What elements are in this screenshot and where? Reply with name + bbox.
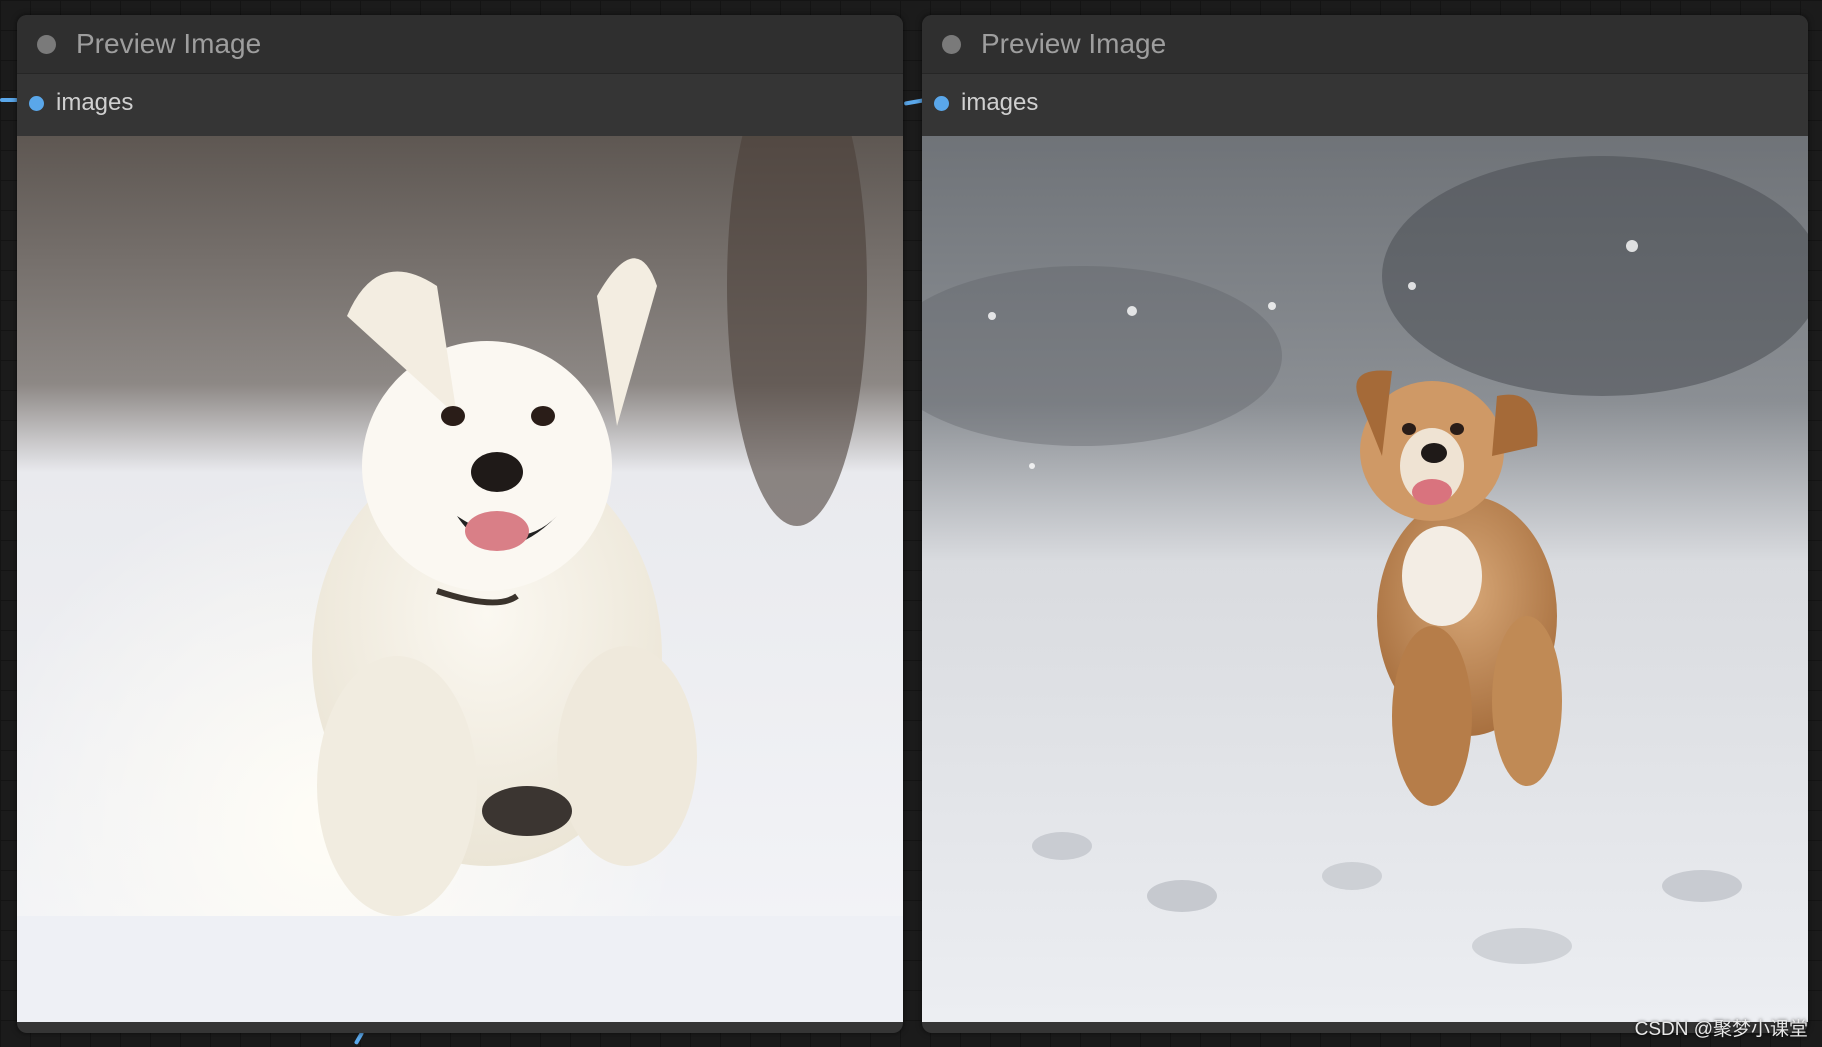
preview-image-node-2[interactable]: Preview Image images	[922, 15, 1808, 1033]
node-header[interactable]: Preview Image	[922, 15, 1808, 74]
input-link-1[interactable]	[0, 98, 18, 102]
preview-image[interactable]	[17, 136, 903, 1022]
output-link[interactable]	[353, 1030, 365, 1046]
input-slot-icon[interactable]	[29, 95, 44, 111]
collapse-toggle-icon[interactable]	[37, 34, 56, 54]
collapse-toggle-icon[interactable]	[942, 34, 961, 54]
tan-dog-in-snow-image	[922, 136, 1808, 1022]
input-slot-label: images	[961, 89, 1039, 116]
preview-image-node-1[interactable]: Preview Image images	[17, 15, 903, 1033]
white-dog-in-snow-image	[17, 136, 903, 1022]
preview-image[interactable]	[922, 136, 1808, 1022]
input-slot-images[interactable]: images	[922, 74, 1808, 132]
node-title: Preview Image	[981, 28, 1167, 59]
input-slot-label: images	[56, 89, 134, 116]
input-slot-icon[interactable]	[934, 95, 949, 111]
input-slot-images[interactable]: images	[17, 74, 903, 132]
watermark-text: CSDN @聚梦小课堂	[1634, 1019, 1808, 1040]
node-title: Preview Image	[76, 28, 262, 59]
node-header[interactable]: Preview Image	[17, 15, 903, 74]
